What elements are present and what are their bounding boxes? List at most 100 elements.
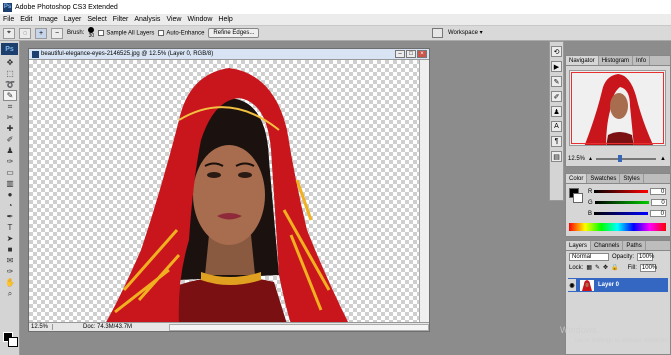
tab-channels[interactable]: Channels xyxy=(591,241,624,250)
lock-all-icon[interactable]: 🔒 xyxy=(611,264,618,271)
lock-image-icon[interactable]: ✎ xyxy=(595,264,600,271)
menu-layer[interactable]: Layer xyxy=(64,16,82,23)
menu-view[interactable]: View xyxy=(166,16,181,23)
channel-r-value[interactable]: 0 xyxy=(650,188,667,195)
zoom-slider[interactable] xyxy=(596,154,657,162)
move-tool-icon[interactable]: ✥ xyxy=(3,57,17,68)
fill-input[interactable]: 100% xyxy=(639,263,657,272)
fill-label: Fill: xyxy=(627,264,637,271)
menu-file[interactable]: File xyxy=(3,16,14,23)
tool-presets-icon[interactable]: ✎ xyxy=(551,76,562,87)
add-selection-icon[interactable]: + xyxy=(35,27,47,39)
zoom-slider-handle[interactable] xyxy=(618,154,623,162)
gradient-tool-icon[interactable]: ▥ xyxy=(3,178,17,189)
brush-picker[interactable]: 30 xyxy=(88,27,95,39)
crop-tool-icon[interactable]: ⌗ xyxy=(3,101,17,112)
tab-styles[interactable]: Styles xyxy=(620,174,644,183)
lock-label: Lock: xyxy=(569,264,584,271)
auto-enhance-option[interactable]: Auto-Enhance xyxy=(158,29,204,36)
minimize-button[interactable]: – xyxy=(395,50,405,58)
zoom-tool-icon[interactable]: ⌕ xyxy=(3,288,17,299)
marquee-tool-icon[interactable]: ⬚ xyxy=(3,68,17,79)
background-color-swatch[interactable] xyxy=(8,337,18,347)
character-panel-icon[interactable]: A xyxy=(551,121,562,132)
channel-r-slider[interactable] xyxy=(594,190,649,193)
close-button[interactable]: × xyxy=(417,50,427,58)
menu-edit[interactable]: Edit xyxy=(20,16,32,23)
shape-tool-icon[interactable]: ■ xyxy=(3,244,17,255)
menu-window[interactable]: Window xyxy=(187,16,212,23)
opacity-input[interactable]: 100% xyxy=(637,252,654,261)
paragraph-panel-icon[interactable]: ¶ xyxy=(551,136,562,147)
color-spectrum[interactable] xyxy=(569,223,666,231)
sample-all-layers-option[interactable]: Sample All Layers xyxy=(98,29,154,36)
slice-tool-icon[interactable]: ✂ xyxy=(3,112,17,123)
tab-swatches[interactable]: Swatches xyxy=(587,174,621,183)
quick-selection-tool-icon[interactable]: ✎ xyxy=(3,90,17,101)
auto-enhance-checkbox[interactable] xyxy=(158,29,165,36)
refine-edges-button[interactable]: Refine Edges... xyxy=(208,28,260,38)
window-controls: – □ × xyxy=(395,50,427,58)
horizontal-scrollbar[interactable] xyxy=(169,323,429,331)
channel-b-label: B xyxy=(588,210,593,217)
menu-select[interactable]: Select xyxy=(87,16,106,23)
tab-paths[interactable]: Paths xyxy=(623,241,646,250)
tab-info[interactable]: Info xyxy=(633,56,651,65)
type-tool-icon[interactable]: T xyxy=(3,222,17,233)
navigator-zoom-value[interactable]: 12.5% xyxy=(568,156,585,162)
tab-color[interactable]: Color xyxy=(566,174,588,183)
layer-row[interactable]: ◉ Layer 0 xyxy=(568,278,668,292)
tool-preset-icon[interactable]: ⌖ xyxy=(3,27,15,39)
eyedropper-tool-icon[interactable]: ✑ xyxy=(3,266,17,277)
tab-navigator[interactable]: Navigator xyxy=(566,56,599,65)
history-panel-icon[interactable]: ⟲ xyxy=(551,46,562,57)
blend-mode-select[interactable]: Normal xyxy=(569,252,609,261)
workspace-icon[interactable] xyxy=(432,28,443,38)
canvas[interactable] xyxy=(29,60,419,324)
navigator-view-box[interactable] xyxy=(571,72,664,144)
blur-tool-icon[interactable]: ● xyxy=(3,189,17,200)
sample-all-layers-checkbox[interactable] xyxy=(98,29,105,36)
navigator-thumbnail[interactable] xyxy=(569,70,666,146)
channel-g-value[interactable]: 0 xyxy=(650,199,667,206)
hand-tool-icon[interactable]: ✋ xyxy=(3,277,17,288)
dodge-tool-icon[interactable]: ◔ xyxy=(3,200,17,211)
tab-histogram[interactable]: Histogram xyxy=(599,56,634,65)
subtract-selection-icon[interactable]: − xyxy=(51,27,63,39)
channel-g-slider[interactable] xyxy=(594,201,649,204)
notes-tool-icon[interactable]: ✉ xyxy=(3,255,17,266)
document-zoom[interactable]: 12.5% xyxy=(29,324,53,330)
layer-comps-icon[interactable]: ▤ xyxy=(551,151,562,162)
clone-stamp-tool-icon[interactable]: ♟ xyxy=(3,145,17,156)
channel-b-slider[interactable] xyxy=(594,212,649,215)
lock-transparent-icon[interactable]: ▦ xyxy=(586,264,592,271)
color-row-b: B 0 xyxy=(588,210,667,217)
actions-panel-icon[interactable]: ▶ xyxy=(551,61,562,72)
eraser-tool-icon[interactable]: ▭ xyxy=(3,167,17,178)
healing-brush-tool-icon[interactable]: ✚ xyxy=(3,123,17,134)
maximize-button[interactable]: □ xyxy=(406,50,416,58)
brush-tool-icon[interactable]: ✐ xyxy=(3,134,17,145)
pen-tool-icon[interactable]: ✒ xyxy=(3,211,17,222)
tab-layers[interactable]: Layers xyxy=(566,241,592,250)
menu-help[interactable]: Help xyxy=(218,16,232,23)
channel-b-value[interactable]: 0 xyxy=(650,210,667,217)
history-brush-tool-icon[interactable]: ✑ xyxy=(3,156,17,167)
color-background-swatch[interactable] xyxy=(573,193,583,203)
path-selection-tool-icon[interactable]: ➤ xyxy=(3,233,17,244)
vertical-scrollbar[interactable] xyxy=(419,60,429,324)
lock-position-icon[interactable]: ✥ xyxy=(603,264,608,271)
zoom-out-icon[interactable]: ▴ xyxy=(589,155,592,162)
workspace-menu[interactable]: Workspace ▾ xyxy=(448,29,483,36)
menu-image[interactable]: Image xyxy=(38,16,57,23)
menu-filter[interactable]: Filter xyxy=(113,16,129,23)
document-info[interactable]: Doc: 74.3M/43.7M xyxy=(83,324,132,330)
zoom-in-icon[interactable]: ▲ xyxy=(660,156,666,162)
visibility-eye-icon[interactable]: ◉ xyxy=(568,279,576,291)
brushes-panel-icon[interactable]: ✐ xyxy=(551,91,562,102)
document-title-bar[interactable]: beautiful-elegance-eyes-2146525.jpg @ 12… xyxy=(29,49,429,60)
clone-source-icon[interactable]: ♟ xyxy=(551,106,562,117)
lasso-tool-icon[interactable]: ➰ xyxy=(3,79,17,90)
new-selection-icon[interactable]: ◌ xyxy=(19,27,31,39)
menu-analysis[interactable]: Analysis xyxy=(134,16,160,23)
